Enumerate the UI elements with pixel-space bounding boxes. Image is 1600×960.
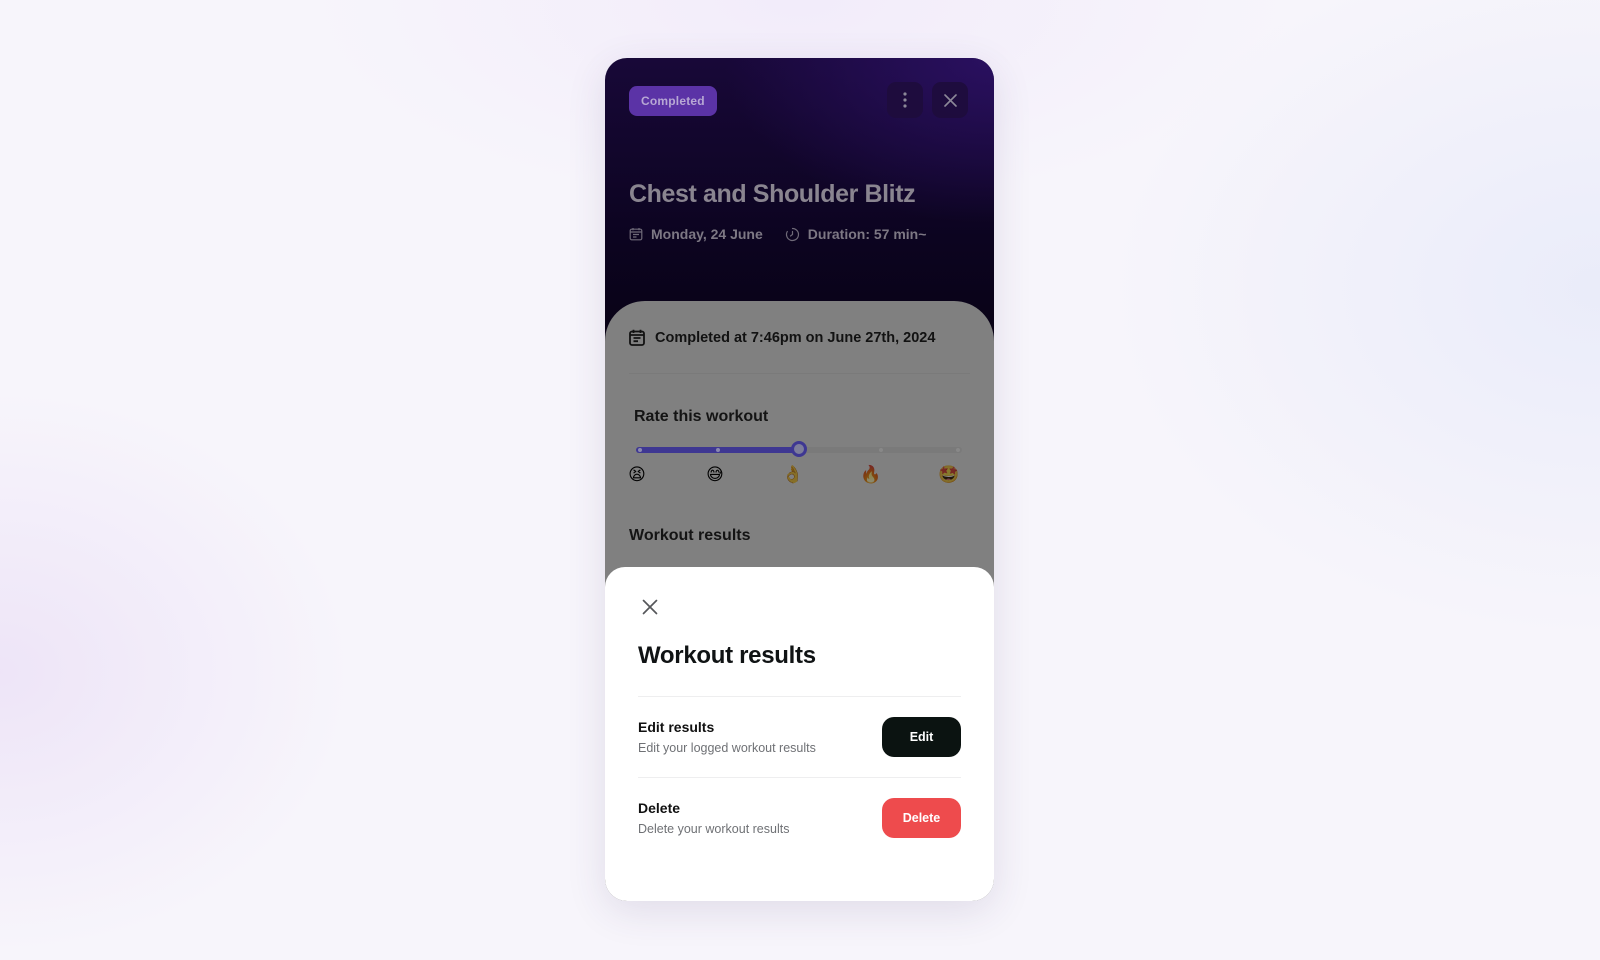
- tired-face-emoji[interactable]: 😫: [628, 465, 646, 485]
- workout-duration: Duration: 57 min~: [807, 226, 927, 242]
- option-description: Edit your logged workout results: [638, 741, 816, 755]
- edit-button[interactable]: Edit: [882, 717, 961, 757]
- completed-text: Completed at 7:46pm on June 27th, 2024: [655, 329, 936, 346]
- slider-thumb[interactable]: [791, 441, 807, 457]
- calendar-icon: [629, 329, 645, 346]
- completed-info: Completed at 7:46pm on June 27th, 2024: [629, 329, 935, 346]
- workout-date: Monday, 24 June: [651, 226, 763, 242]
- rating-emojis: 😫 😅 👌 🔥 🤩: [628, 465, 971, 489]
- sheet-title: Workout results: [638, 642, 816, 669]
- more-options-button[interactable]: [887, 82, 923, 118]
- divider: [638, 696, 961, 697]
- close-panel-button[interactable]: [932, 82, 968, 118]
- calendar-icon: [629, 228, 643, 241]
- timer-icon: [785, 227, 799, 241]
- status-badge: Completed: [629, 86, 717, 116]
- divider: [629, 373, 970, 374]
- workout-results-heading: Workout results: [629, 527, 751, 544]
- close-icon: [642, 599, 658, 615]
- divider: [638, 777, 961, 778]
- workout-title: Chest and Shoulder Blitz: [629, 180, 916, 208]
- rate-workout-heading: Rate this workout: [634, 408, 769, 425]
- edit-results-option: Edit results Edit your logged workout re…: [638, 717, 961, 767]
- delete-results-option: Delete Delete your workout results Delet…: [638, 798, 961, 848]
- close-icon: [943, 93, 957, 107]
- workout-results-sheet: Workout results Edit results Edit your l…: [605, 567, 994, 901]
- slider-step-marker[interactable]: [715, 448, 720, 452]
- star-struck-emoji[interactable]: 🤩: [938, 465, 959, 485]
- slider-step-marker[interactable]: [878, 448, 883, 452]
- option-description: Delete your workout results: [638, 822, 790, 836]
- slider-step-marker[interactable]: [638, 448, 642, 452]
- rating-slider[interactable]: [636, 441, 962, 457]
- slider-step-marker[interactable]: [956, 448, 960, 452]
- workout-meta: Monday, 24 June Duration: 57 min~: [629, 226, 926, 242]
- delete-button[interactable]: Delete: [882, 798, 961, 838]
- vertical-ellipsis-icon: [903, 92, 907, 108]
- option-label: Edit results: [638, 719, 715, 735]
- workout-detail-panel: Completed Chest and Shoulder Blitz Monda…: [605, 58, 994, 901]
- option-label: Delete: [638, 800, 681, 816]
- fire-emoji[interactable]: 🔥: [860, 465, 881, 485]
- sheet-close-button[interactable]: [638, 595, 662, 619]
- grinning-sweat-emoji[interactable]: 😅: [706, 465, 724, 485]
- ok-hand-emoji[interactable]: 👌: [782, 465, 803, 485]
